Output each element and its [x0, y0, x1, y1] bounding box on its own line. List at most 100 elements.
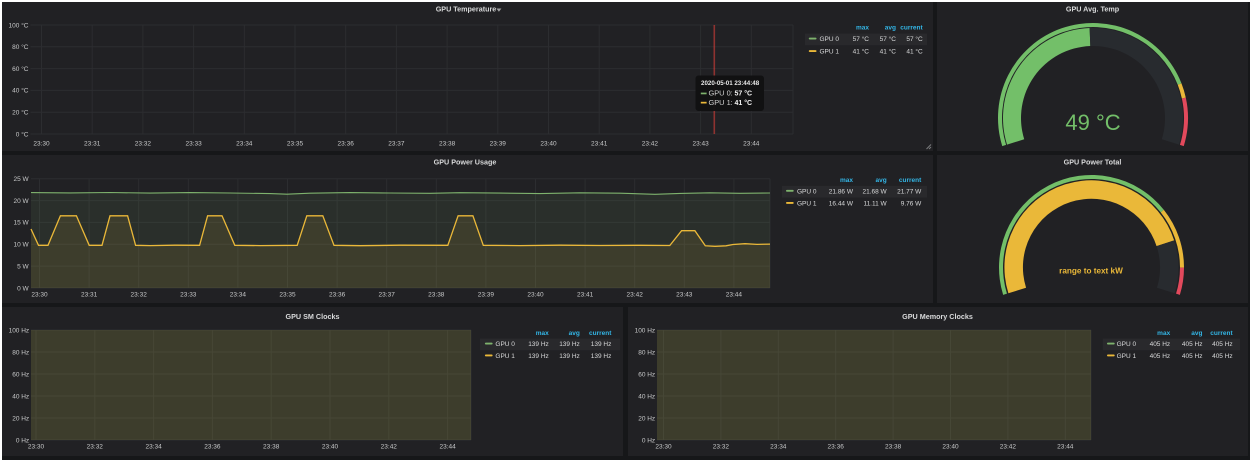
svg-text:23:40: 23:40: [540, 141, 557, 148]
svg-text:max: max: [840, 177, 853, 184]
svg-text:avg: avg: [875, 177, 886, 184]
svg-text:20 W: 20 W: [14, 198, 30, 205]
svg-text:GPU SM Clocks: GPU SM Clocks: [286, 312, 340, 321]
svg-text:max: max: [1157, 330, 1170, 337]
svg-text:20 Hz: 20 Hz: [638, 415, 655, 422]
svg-text:23:38: 23:38: [439, 141, 456, 148]
svg-text:current: current: [1210, 330, 1233, 337]
svg-text:57 °C: 57 °C: [906, 35, 923, 43]
svg-text:5 W: 5 W: [17, 263, 29, 270]
svg-text:23:31: 23:31: [81, 292, 98, 299]
svg-text:23:32: 23:32: [713, 444, 730, 451]
svg-text:40 °C: 40 °C: [12, 87, 29, 95]
svg-text:23:37: 23:37: [379, 292, 396, 299]
svg-text:60 Hz: 60 Hz: [638, 371, 655, 378]
svg-text:avg: avg: [569, 330, 580, 337]
svg-text:20 °C: 20 °C: [12, 109, 29, 117]
svg-text:avg: avg: [1191, 330, 1202, 337]
svg-text:60 Hz: 60 Hz: [12, 371, 29, 378]
svg-text:max: max: [536, 330, 549, 337]
svg-text:GPU 1: GPU 1: [797, 201, 817, 208]
svg-text:23:33: 23:33: [180, 292, 197, 299]
svg-text:21.86 W: 21.86 W: [829, 189, 854, 196]
svg-text:9.76 W: 9.76 W: [901, 201, 922, 208]
svg-text:23:40: 23:40: [322, 444, 339, 451]
svg-text:23:30: 23:30: [28, 444, 45, 451]
svg-text:49 °C: 49 °C: [1065, 110, 1120, 135]
svg-text:405 Hz: 405 Hz: [1150, 353, 1171, 360]
svg-text:23:37: 23:37: [388, 141, 405, 148]
svg-text:max: max: [856, 25, 869, 32]
svg-text:23:35: 23:35: [287, 141, 304, 148]
svg-text:23:34: 23:34: [145, 444, 162, 451]
svg-text:23:30: 23:30: [31, 292, 48, 299]
svg-text:80 °C: 80 °C: [12, 43, 29, 51]
svg-text:current: current: [899, 177, 922, 184]
svg-text:405 Hz: 405 Hz: [1182, 341, 1203, 348]
svg-text:405 Hz: 405 Hz: [1182, 353, 1203, 360]
svg-text:GPU Power Usage: GPU Power Usage: [434, 158, 497, 167]
svg-text:23:33: 23:33: [185, 141, 202, 148]
svg-text:23:42: 23:42: [381, 444, 398, 451]
svg-text:GPU Memory Clocks: GPU Memory Clocks: [902, 312, 973, 321]
svg-text:16.44 W: 16.44 W: [829, 201, 854, 208]
svg-text:avg: avg: [885, 25, 896, 32]
svg-text:23:34: 23:34: [770, 444, 787, 451]
svg-text:41 °C: 41 °C: [880, 48, 897, 56]
svg-text:20 Hz: 20 Hz: [12, 415, 29, 422]
svg-text:GPU 0: GPU 0: [820, 36, 840, 43]
svg-text:15 W: 15 W: [14, 220, 30, 227]
svg-text:23:43: 23:43: [676, 292, 693, 299]
svg-text:2020-05-01 23:44:48: 2020-05-01 23:44:48: [701, 80, 760, 87]
svg-text:100 Hz: 100 Hz: [635, 327, 656, 334]
svg-text:23:32: 23:32: [131, 292, 148, 299]
svg-text:57 °C: 57 °C: [853, 35, 870, 43]
svg-text:GPU 1: GPU 1: [1117, 353, 1137, 360]
svg-text:405 Hz: 405 Hz: [1212, 353, 1233, 360]
svg-text:23:40: 23:40: [942, 444, 959, 451]
svg-text:11.11 W: 11.11 W: [863, 201, 887, 208]
svg-text:0 W: 0 W: [17, 285, 29, 292]
svg-text:23:38: 23:38: [428, 292, 445, 299]
svg-text:GPU 0:: GPU 0:: [709, 89, 733, 98]
svg-text:23:38: 23:38: [263, 444, 280, 451]
svg-text:405 Hz: 405 Hz: [1150, 341, 1171, 348]
svg-text:range to text kW: range to text kW: [1059, 267, 1123, 276]
svg-text:current: current: [900, 25, 923, 32]
svg-text:0 °C: 0 °C: [16, 130, 29, 138]
svg-text:23:36: 23:36: [204, 444, 221, 451]
svg-text:23:44: 23:44: [726, 292, 743, 299]
svg-text:139 Hz: 139 Hz: [528, 341, 549, 348]
svg-text:23:38: 23:38: [885, 444, 902, 451]
svg-text:23:42: 23:42: [627, 292, 644, 299]
svg-text:57 °C: 57 °C: [735, 90, 753, 98]
svg-text:100 Hz: 100 Hz: [9, 327, 30, 334]
svg-text:80 Hz: 80 Hz: [638, 349, 655, 356]
svg-text:GPU 0: GPU 0: [495, 341, 515, 348]
svg-text:23:36: 23:36: [329, 292, 346, 299]
svg-text:GPU 0: GPU 0: [797, 189, 817, 196]
svg-text:21.68 W: 21.68 W: [862, 189, 887, 196]
svg-text:23:31: 23:31: [84, 141, 101, 148]
svg-text:GPU 1:: GPU 1:: [709, 98, 733, 107]
svg-text:23:44: 23:44: [439, 444, 456, 451]
svg-text:23:32: 23:32: [87, 444, 104, 451]
svg-text:23:32: 23:32: [135, 141, 152, 148]
svg-text:GPU Temperature: GPU Temperature: [436, 5, 497, 14]
svg-text:21.77 W: 21.77 W: [897, 189, 922, 196]
svg-text:GPU Power Total: GPU Power Total: [1064, 158, 1122, 167]
svg-text:23:30: 23:30: [33, 141, 50, 148]
svg-text:41 °C: 41 °C: [853, 48, 870, 56]
svg-text:current: current: [589, 330, 612, 337]
svg-text:23:30: 23:30: [655, 444, 672, 451]
svg-text:23:39: 23:39: [478, 292, 495, 299]
svg-text:10 W: 10 W: [14, 242, 30, 249]
svg-text:57 °C: 57 °C: [880, 35, 897, 43]
svg-text:80 Hz: 80 Hz: [12, 349, 29, 356]
svg-text:139 Hz: 139 Hz: [559, 353, 580, 360]
svg-text:139 Hz: 139 Hz: [528, 353, 549, 360]
svg-text:139 Hz: 139 Hz: [591, 353, 612, 360]
svg-text:41 °C: 41 °C: [906, 48, 923, 56]
svg-text:40 Hz: 40 Hz: [12, 393, 29, 400]
svg-text:405 Hz: 405 Hz: [1212, 341, 1233, 348]
